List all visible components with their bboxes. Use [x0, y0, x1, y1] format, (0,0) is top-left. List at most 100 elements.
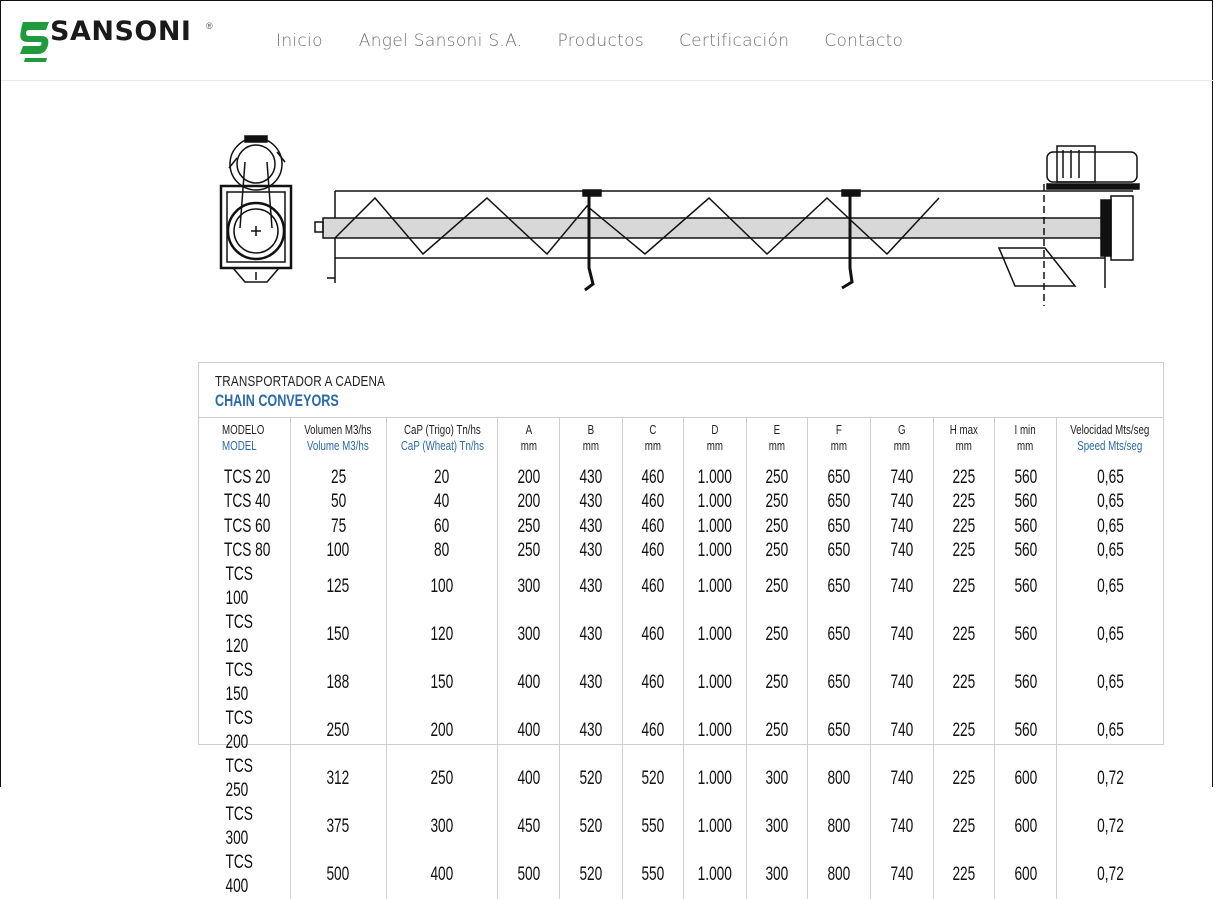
table-cell: 100 [289, 538, 387, 564]
table-cell: 1.000 [682, 514, 747, 539]
table-cell: 520 [621, 755, 684, 804]
table-cell: 460 [621, 490, 684, 515]
table-cell: 200 [497, 466, 560, 491]
table-cell: 0,65 [1056, 563, 1163, 612]
table-cell: 460 [621, 563, 684, 612]
table-cell: 600 [993, 803, 1057, 852]
specs-table: MODELO MODEL Volumen M3/hs Volume M3/hs Ca… [199, 418, 1163, 899]
table-cell: 0,72 [1056, 755, 1163, 804]
table-cell: TCS 300 [225, 804, 253, 850]
col-header-model: MODELO MODEL [222, 422, 265, 453]
nav-inicio[interactable]: Inicio [276, 31, 323, 51]
table-cell: 1.000 [682, 851, 747, 899]
table-cell: 560 [993, 707, 1057, 756]
table-cell: 430 [559, 466, 623, 491]
table-cell: 400 [385, 851, 498, 899]
table-cell: 300 [497, 563, 560, 612]
table-cell: 400 [497, 755, 560, 804]
table-cell: TCS 20 [224, 467, 271, 489]
table-cell: 430 [559, 611, 623, 660]
table-cell: 225 [932, 514, 995, 539]
table-cell: 250 [289, 707, 387, 756]
table-cell: 740 [869, 563, 934, 612]
sansoni-logo-icon[interactable] [19, 18, 51, 66]
col-header-b: Bmm [559, 418, 623, 466]
table-row: TCS 120 150 120 300 430 460 1.000 250 650 740 225 5… [199, 611, 1163, 660]
table-cell: 520 [559, 755, 623, 804]
table-cell: 460 [621, 514, 684, 539]
table-cell: 120 [385, 611, 498, 660]
table-cell: 0,65 [1056, 659, 1163, 708]
table-cell: 250 [497, 538, 560, 564]
table-cell: 225 [932, 659, 995, 708]
table-row: TCS 150 188 150 400 430 460 1.000 250 650 740 225 5… [199, 659, 1163, 708]
nav-productos[interactable]: Productos [557, 31, 644, 51]
table-cell: 100 [385, 563, 498, 612]
table-cell: 225 [932, 707, 995, 756]
table-cell: 800 [806, 851, 871, 899]
table-cell: 740 [869, 611, 934, 660]
table-cell: 430 [559, 563, 623, 612]
table-cell: 300 [746, 755, 808, 804]
table-cell: 60 [385, 514, 498, 539]
table-cell: TCS 100 [225, 564, 253, 610]
table-cell: 312 [289, 755, 387, 804]
col-header-g: Gmm [869, 418, 934, 466]
site-header: SANSONI ® Inicio Angel Sansoni S.A. Prod… [1, 0, 1213, 81]
nav-angel-sansoni[interactable]: Angel Sansoni S.A. [359, 31, 523, 51]
table-cell: 200 [497, 490, 560, 515]
table-cell: 600 [993, 851, 1057, 899]
table-cell: 0,72 [1056, 803, 1163, 852]
table-cell: 225 [932, 563, 995, 612]
table-cell: 0,65 [1056, 538, 1163, 564]
main-nav: Inicio Angel Sansoni S.A. Productos Cert… [276, 31, 938, 51]
table-cell: 560 [993, 563, 1057, 612]
table-cell: 250 [746, 514, 808, 539]
col-header-c: Cmm [621, 418, 684, 466]
nav-certificacion[interactable]: Certificación [679, 31, 789, 51]
table-cell: 460 [621, 707, 684, 756]
table-cell: TCS 150 [225, 660, 253, 706]
table-cell: 250 [746, 466, 808, 491]
table-row: TCS 100 125 100 300 430 460 1.000 250 650 740 225 5… [199, 563, 1163, 612]
table-cell: 650 [806, 538, 871, 564]
table-row: TCS 400 500 400 500 520 550 1.000 300 800 740 225 6… [199, 851, 1163, 899]
table-cell: 0,65 [1056, 611, 1163, 660]
table-cell: TCS 120 [225, 612, 253, 658]
table-cell: 650 [806, 514, 871, 539]
table-cell: TCS 400 [225, 852, 253, 898]
table-cell: 740 [869, 851, 934, 899]
table-row: TCS 60 75 60 250 430 460 1.000 250 650 740 225 560 0… [199, 514, 1163, 539]
table-cell: 460 [621, 538, 684, 564]
table-cell: 740 [869, 466, 934, 491]
col-header-h-max: H max mm [932, 418, 995, 466]
table-cell: 800 [806, 755, 871, 804]
table-cell: 0,65 [1056, 466, 1163, 491]
table-cell: 430 [559, 707, 623, 756]
registered-mark: ® [206, 21, 213, 31]
table-cell: 225 [932, 611, 995, 660]
table-cell: TCS 250 [225, 756, 253, 802]
table-cell: 225 [932, 803, 995, 852]
table-cell: 520 [559, 803, 623, 852]
table-cell: 150 [385, 659, 498, 708]
col-header-i-min: I min mm [993, 418, 1057, 466]
table-cell: 740 [869, 803, 934, 852]
table-cell: 225 [932, 538, 995, 564]
table-cell: 430 [559, 490, 623, 515]
table-cell: 450 [497, 803, 560, 852]
table-cell: 550 [621, 803, 684, 852]
table-cell: 1.000 [682, 611, 747, 660]
table-cell: 1.000 [682, 466, 747, 491]
table-cell: 650 [806, 563, 871, 612]
table-cell: 250 [746, 707, 808, 756]
table-cell: 1.000 [682, 659, 747, 708]
table-cell: 300 [385, 803, 498, 852]
table-cell: 250 [746, 490, 808, 515]
nav-contacto[interactable]: Contacto [824, 31, 903, 51]
table-cell: 225 [932, 851, 995, 899]
table-cell: TCS 60 [224, 515, 271, 537]
table-body: TCS 20 25 20 200 430 460 1.000 250 650 740 225 560 0… [199, 466, 1163, 899]
brand-name[interactable]: SANSONI [50, 16, 191, 47]
table-row: TCS 250 312 250 400 520 520 1.000 300 800 740 225 6… [199, 755, 1163, 804]
